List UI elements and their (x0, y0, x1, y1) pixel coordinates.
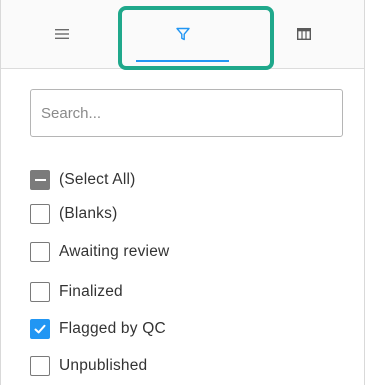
filter-item-label: (Select All) (59, 171, 136, 188)
filter-icon (175, 27, 190, 41)
hamburger-menu-icon (54, 28, 69, 40)
finalized-checkbox[interactable] (30, 282, 50, 302)
filter-item-select-all[interactable]: (Select All) (30, 166, 310, 194)
search-input[interactable] (31, 90, 342, 136)
columns-icon (296, 28, 311, 40)
filter-item-flagged-by-qc[interactable]: Flagged by QC (30, 315, 310, 343)
filter-item-label: Awaiting review (59, 243, 170, 260)
checkmark-icon (34, 324, 46, 334)
filter-item-label: (Blanks) (59, 205, 118, 222)
awaiting-review-checkbox[interactable] (30, 242, 50, 262)
active-tab-indicator (136, 60, 229, 62)
unpublished-checkbox[interactable] (30, 356, 50, 376)
tab-bar (1, 0, 364, 69)
tab-columns[interactable] (243, 0, 364, 68)
tab-general[interactable] (1, 0, 122, 68)
select-all-checkbox[interactable] (30, 170, 50, 190)
filter-item-unpublished[interactable]: Unpublished (30, 352, 310, 380)
tab-filter[interactable] (122, 0, 243, 68)
blanks-checkbox[interactable] (30, 204, 50, 224)
filter-item-label: Flagged by QC (59, 320, 166, 337)
column-menu-panel: (Select All) (Blanks) Awaiting review Fi… (0, 0, 365, 385)
filter-item-label: Finalized (59, 283, 123, 300)
filter-item-finalized[interactable]: Finalized (30, 278, 310, 306)
search-field (30, 89, 343, 137)
flagged-by-qc-checkbox[interactable] (30, 319, 50, 339)
filter-item-blanks[interactable]: (Blanks) (30, 200, 310, 228)
filter-item-awaiting-review[interactable]: Awaiting review (30, 238, 310, 266)
filter-item-label: Unpublished (59, 357, 148, 374)
